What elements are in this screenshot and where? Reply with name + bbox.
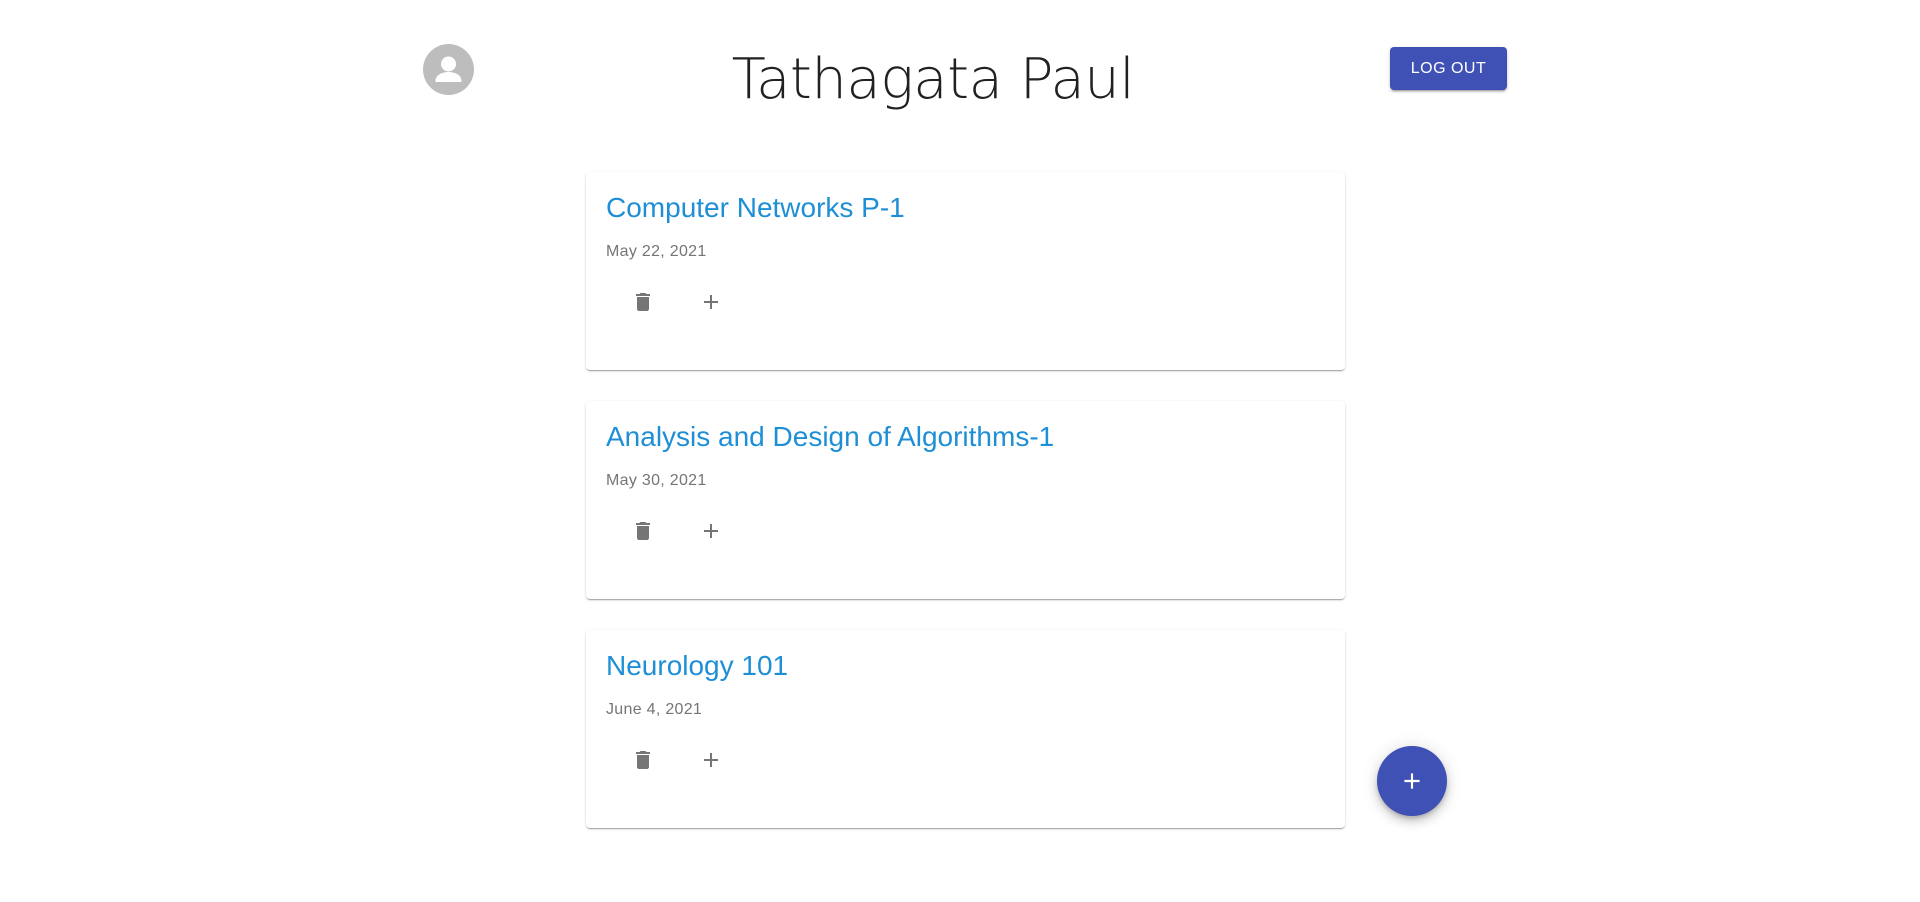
- trash-icon: [636, 293, 650, 311]
- delete-notebook-button[interactable]: [619, 507, 667, 555]
- notebook-card: Computer Networks P-1 May 22, 2021: [586, 172, 1345, 370]
- plus-icon: [704, 295, 718, 309]
- trash-icon: [636, 751, 650, 769]
- logout-button[interactable]: LOG OUT: [1390, 47, 1507, 90]
- plus-icon: [1404, 773, 1420, 789]
- notebook-card: Analysis and Design of Algorithms-1 May …: [586, 401, 1345, 599]
- notebook-card: Neurology 101 June 4, 2021: [586, 630, 1345, 828]
- page: Tathagata Paul LOG OUT Computer Networks…: [0, 0, 1920, 902]
- notebook-title-link[interactable]: Neurology 101: [606, 648, 788, 684]
- trash-icon: [636, 522, 650, 540]
- notebook-list: Computer Networks P-1 May 22, 2021 Analy…: [586, 172, 1345, 859]
- notebook-date: June 4, 2021: [606, 701, 703, 718]
- delete-notebook-button[interactable]: [619, 736, 667, 784]
- add-notebook-fab[interactable]: [1377, 746, 1447, 816]
- plus-icon: [704, 753, 718, 767]
- add-note-button[interactable]: [687, 736, 735, 784]
- add-note-button[interactable]: [687, 507, 735, 555]
- add-note-button[interactable]: [687, 278, 735, 326]
- notebook-date: May 30, 2021: [606, 472, 707, 489]
- notebook-title-link[interactable]: Computer Networks P-1: [606, 190, 905, 226]
- delete-notebook-button[interactable]: [619, 278, 667, 326]
- notebook-title-link[interactable]: Analysis and Design of Algorithms-1: [606, 419, 1054, 455]
- notebook-date: May 22, 2021: [606, 243, 707, 260]
- page-title: Tathagata Paul: [731, 47, 1135, 112]
- plus-icon: [704, 524, 718, 538]
